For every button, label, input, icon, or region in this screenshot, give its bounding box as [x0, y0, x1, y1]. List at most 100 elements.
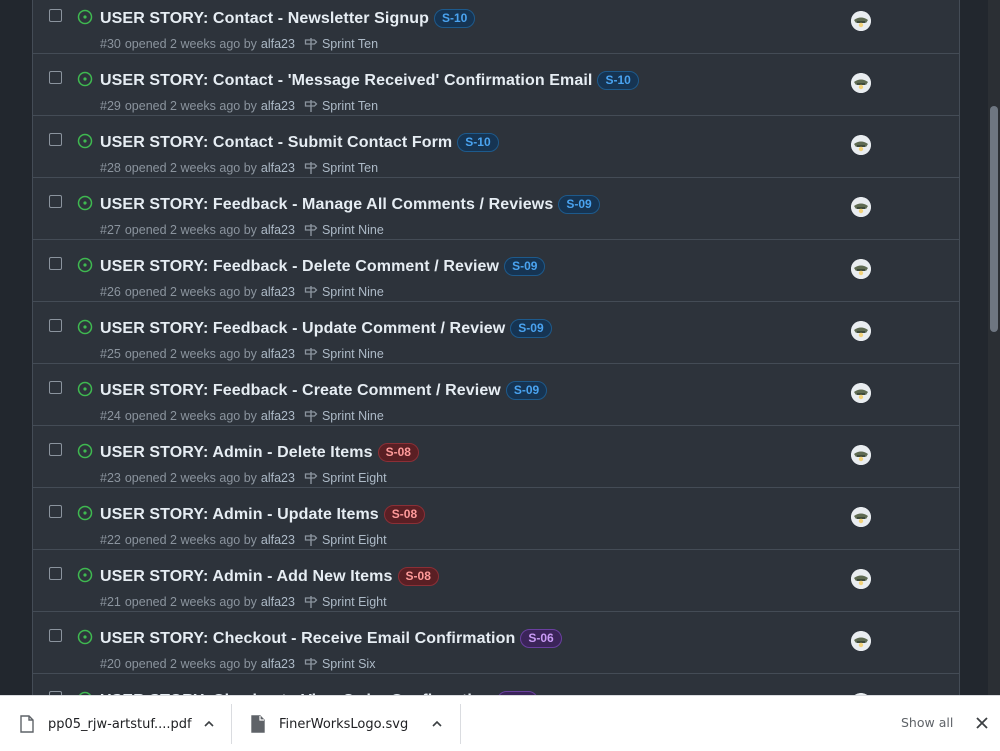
select-checkbox[interactable]	[49, 195, 62, 208]
issue-author[interactable]: alfa23	[261, 161, 295, 175]
issue-label[interactable]: S-09	[558, 195, 600, 214]
select-checkbox[interactable]	[49, 71, 62, 84]
issue-row[interactable]: USER STORY: Admin - Update Items S-08 #2…	[33, 488, 959, 550]
issue-label[interactable]: S-08	[397, 567, 439, 586]
show-all-button[interactable]: Show all	[901, 715, 953, 730]
issue-author[interactable]: alfa23	[261, 37, 295, 51]
issue-meta: #22 opened 2 weeks ago by alfa23 Sprint …	[100, 533, 387, 547]
select-checkbox[interactable]	[49, 443, 62, 456]
scrollbar-thumb[interactable]	[990, 106, 998, 332]
avatar[interactable]	[851, 445, 871, 465]
issue-row[interactable]: USER STORY: Contact - 'Message Received'…	[33, 54, 959, 116]
issue-label[interactable]: S-09	[504, 257, 546, 276]
issue-label[interactable]: S-08	[377, 443, 419, 462]
issue-label[interactable]: S-08	[383, 505, 426, 524]
avatar[interactable]	[851, 631, 871, 651]
avatar[interactable]	[851, 11, 871, 31]
chevron-up-icon[interactable]	[203, 718, 215, 730]
issue-meta: #26 opened 2 weeks ago by alfa23 Sprint …	[100, 285, 384, 299]
issue-title[interactable]: USER STORY: Admin - Update Items	[100, 506, 379, 524]
issue-title[interactable]: USER STORY: Admin - Add New Items	[100, 568, 393, 586]
select-checkbox[interactable]	[49, 381, 62, 394]
select-checkbox[interactable]	[49, 629, 62, 642]
issue-milestone[interactable]: Sprint Eight	[322, 595, 387, 609]
issue-milestone[interactable]: Sprint Nine	[322, 223, 384, 237]
issue-title-line: USER STORY: Admin - Update Items S-08	[100, 505, 426, 524]
avatar[interactable]	[851, 569, 871, 589]
issue-milestone[interactable]: Sprint Ten	[322, 161, 378, 175]
avatar[interactable]	[851, 383, 871, 403]
issue-author[interactable]: alfa23	[261, 471, 295, 485]
issue-row[interactable]: USER STORY: Feedback - Create Comment / …	[33, 364, 959, 426]
issue-milestone[interactable]: Sprint Nine	[322, 347, 384, 361]
issue-milestone[interactable]: Sprint Eight	[322, 533, 387, 547]
issue-title[interactable]: USER STORY: Feedback - Create Comment / …	[100, 382, 501, 400]
issue-milestone[interactable]: Sprint Six	[322, 657, 376, 671]
select-checkbox[interactable]	[49, 257, 62, 270]
issue-label[interactable]: S-06	[520, 629, 562, 648]
download-item-svg[interactable]: FinerWorksLogo.svg	[231, 704, 459, 744]
issue-milestone[interactable]: Sprint Nine	[322, 409, 384, 423]
download-item-pdf[interactable]: pp05_rjw-artstuf....pdf	[0, 704, 230, 744]
select-checkbox[interactable]	[49, 505, 62, 518]
issue-title[interactable]: USER STORY: Contact - Submit Contact For…	[100, 134, 452, 152]
issue-title[interactable]: USER STORY: Feedback - Delete Comment / …	[100, 258, 499, 276]
issue-title[interactable]: USER STORY: Contact - 'Message Received'…	[100, 72, 592, 90]
issue-row[interactable]: USER STORY: Admin - Delete Items S-08 #2…	[33, 426, 959, 488]
chevron-up-icon[interactable]	[431, 718, 443, 730]
issue-opened-icon	[77, 381, 93, 397]
issue-author[interactable]: alfa23	[261, 223, 295, 237]
issue-number: #29	[100, 99, 121, 113]
issue-title[interactable]: USER STORY: Contact - Newsletter Signup	[100, 10, 429, 28]
avatar-icon	[851, 631, 871, 651]
issue-author[interactable]: alfa23	[261, 657, 295, 671]
issue-author[interactable]: alfa23	[261, 99, 295, 113]
issue-title[interactable]: USER STORY: Feedback - Manage All Commen…	[100, 196, 553, 214]
issue-milestone[interactable]: Sprint Nine	[322, 285, 384, 299]
avatar-icon	[851, 197, 871, 217]
issue-label[interactable]: S-09	[510, 319, 552, 338]
milestone-icon	[304, 162, 318, 174]
issue-row[interactable]: USER STORY: Checkout - Receive Email Con…	[33, 612, 959, 674]
issue-milestone[interactable]: Sprint Eight	[322, 471, 387, 485]
issue-author[interactable]: alfa23	[261, 347, 295, 361]
avatar[interactable]	[851, 507, 871, 527]
select-checkbox[interactable]	[49, 319, 62, 332]
avatar[interactable]	[851, 197, 871, 217]
issue-author[interactable]: alfa23	[261, 285, 295, 299]
issue-label[interactable]: S-10	[597, 71, 639, 90]
issue-meta: #27 opened 2 weeks ago by alfa23 Sprint …	[100, 223, 384, 237]
issue-label[interactable]: S-10	[457, 133, 499, 152]
issue-author[interactable]: alfa23	[261, 533, 295, 547]
issue-title[interactable]: USER STORY: Admin - Delete Items	[100, 444, 373, 462]
select-checkbox[interactable]	[49, 567, 62, 580]
close-icon[interactable]	[975, 716, 989, 730]
issue-row[interactable]: USER STORY: Feedback - Manage All Commen…	[33, 178, 959, 240]
issue-author[interactable]: alfa23	[261, 409, 295, 423]
issue-author[interactable]: alfa23	[261, 595, 295, 609]
milestone-icon	[304, 224, 318, 236]
issue-opened-text: opened 2 weeks ago by	[124, 595, 257, 609]
issue-title[interactable]: USER STORY: Checkout - Receive Email Con…	[100, 630, 515, 648]
downloads-bar: pp05_rjw-artstuf....pdf FinerWorksLogo.s…	[0, 695, 1000, 751]
issue-title[interactable]: USER STORY: Feedback - Update Comment / …	[100, 320, 505, 338]
issue-row[interactable]: USER STORY: Contact - Newsletter Signup …	[33, 0, 959, 54]
issue-milestone[interactable]: Sprint Ten	[322, 99, 378, 113]
issue-meta: #25 opened 2 weeks ago by alfa23 Sprint …	[100, 347, 384, 361]
scrollbar-track[interactable]	[988, 0, 1000, 697]
issue-row[interactable]: USER STORY: Feedback - Update Comment / …	[33, 302, 959, 364]
issue-row[interactable]: USER STORY: Admin - Add New Items S-08 #…	[33, 550, 959, 612]
avatar[interactable]	[851, 259, 871, 279]
issue-milestone[interactable]: Sprint Ten	[322, 37, 378, 51]
avatar[interactable]	[851, 73, 871, 93]
avatar[interactable]	[851, 135, 871, 155]
issue-row[interactable]: USER STORY: Feedback - Delete Comment / …	[33, 240, 959, 302]
issue-number: #20	[100, 657, 121, 671]
select-checkbox[interactable]	[49, 9, 62, 22]
avatar[interactable]	[851, 321, 871, 341]
download-file-name: pp05_rjw-artstuf....pdf	[48, 716, 192, 732]
issue-row[interactable]: USER STORY: Contact - Submit Contact For…	[33, 116, 959, 178]
issue-label[interactable]: S-09	[505, 381, 548, 400]
issue-label[interactable]: S-10	[433, 9, 476, 28]
select-checkbox[interactable]	[49, 133, 62, 146]
